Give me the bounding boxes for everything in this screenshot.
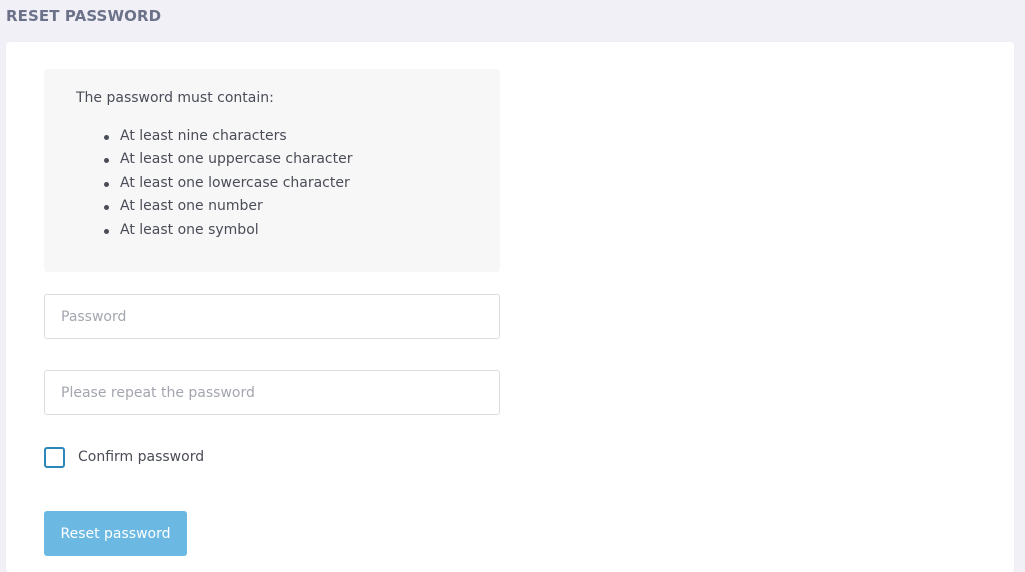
password-input[interactable] xyxy=(45,295,499,338)
repeat-password-field[interactable] xyxy=(44,370,500,415)
bullet-icon xyxy=(104,205,109,211)
requirement-item: At least one number xyxy=(76,195,352,218)
bullet-icon xyxy=(104,135,109,140)
requirements-intro: The password must contain: xyxy=(76,90,274,106)
bullet-icon xyxy=(104,228,109,234)
confirm-password-checkbox[interactable] xyxy=(44,446,65,468)
repeat-password-input[interactable] xyxy=(45,371,499,414)
requirement-text: At least one lowercase character xyxy=(120,174,350,191)
confirm-password-label[interactable]: Confirm password xyxy=(78,449,204,465)
password-requirements-box: The password must contain: At least nine… xyxy=(44,69,500,272)
requirement-text: At least nine characters xyxy=(120,128,287,144)
requirement-text: At least one uppercase character xyxy=(120,151,353,168)
requirement-text: At least one symbol xyxy=(120,221,259,238)
bullet-icon xyxy=(104,181,109,187)
requirement-item: At least one lowercase character xyxy=(76,172,352,195)
requirement-item: At least one symbol xyxy=(76,219,352,242)
requirements-list: At least nine characters At least one up… xyxy=(76,125,352,242)
reset-password-button[interactable]: Reset password xyxy=(44,511,187,556)
requirement-item: At least one uppercase character xyxy=(76,148,352,171)
requirement-item: At least nine characters xyxy=(76,125,352,148)
bullet-icon xyxy=(104,158,109,164)
requirement-text: At least one number xyxy=(120,198,263,215)
confirm-password-row[interactable]: Confirm password xyxy=(44,446,204,468)
password-field[interactable] xyxy=(44,294,500,339)
reset-password-card: The password must contain: At least nine… xyxy=(6,42,1014,572)
page-title: RESET PASSWORD xyxy=(6,7,162,25)
